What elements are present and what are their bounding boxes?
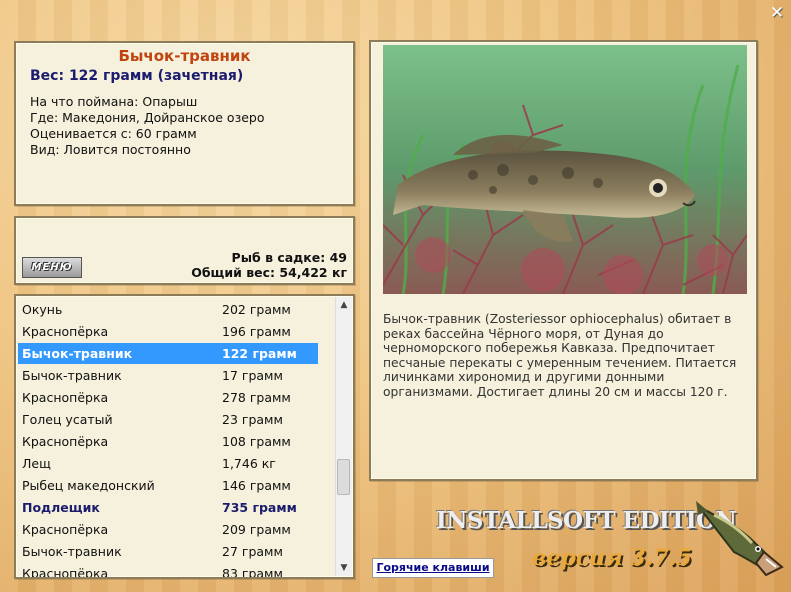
list-item-name: Краснопёрка xyxy=(22,434,109,449)
list-item-name: Краснопёрка xyxy=(22,522,109,537)
kind-line: Вид: Ловится постоянно xyxy=(30,142,191,157)
list-item[interactable]: Бычок-травник 17 грамм xyxy=(18,365,318,386)
list-item-weight: 23 грамм xyxy=(222,412,283,427)
list-item[interactable]: Бычок-травник 122 грамм xyxy=(18,343,318,364)
list-item-name: Лещ xyxy=(22,456,51,471)
catch-list[interactable]: Окунь 202 грамм Краснопёрка 196 грамм Бычок-… xyxy=(14,294,355,579)
pike-fish-icon xyxy=(694,497,784,577)
location-line: Где: Македония, Дойранское озеро xyxy=(30,110,265,125)
list-item[interactable]: Голец усатый 23 грамм xyxy=(18,409,318,430)
list-item[interactable]: Лещ 1,746 кг xyxy=(18,453,318,474)
list-item-weight: 196 грамм xyxy=(222,324,291,339)
list-item[interactable]: Бычок-травник 27 грамм xyxy=(18,541,318,562)
list-item[interactable]: Подлещик 735 грамм xyxy=(18,497,318,518)
list-item-weight: 27 грамм xyxy=(222,544,283,559)
list-item-weight: 1,746 кг xyxy=(222,456,276,471)
list-item-name: Бычок-травник xyxy=(22,544,122,559)
list-item-name: Голец усатый xyxy=(22,412,113,427)
list-item-name: Бычок-травник xyxy=(22,368,122,383)
list-scrollbar[interactable]: ▲ ▼ xyxy=(335,297,352,576)
arrow-down-icon[interactable]: ▼ xyxy=(336,560,352,576)
list-item-weight: 202 грамм xyxy=(222,302,291,317)
fish-description: Бычок-травник (Zosteriessor ophiocephalu… xyxy=(383,312,737,399)
hotkeys-link[interactable]: Горячие клавиши xyxy=(372,558,494,578)
bait-line: На что поймана: Опарыш xyxy=(30,94,198,109)
list-item-weight: 146 грамм xyxy=(222,478,291,493)
list-item-weight: 209 грамм xyxy=(222,522,291,537)
list-item[interactable]: Краснопёрка 196 грамм xyxy=(18,321,318,342)
list-item[interactable]: Краснопёрка 278 грамм xyxy=(18,387,318,408)
list-item-weight: 278 грамм xyxy=(222,390,291,405)
list-item-name: Краснопёрка xyxy=(22,324,109,339)
fish-weight: Вес: 122 грамм (зачетная) xyxy=(30,68,244,84)
list-item[interactable]: Краснопёрка 83 грамм xyxy=(18,563,318,579)
scrollbar-thumb[interactable] xyxy=(337,459,350,495)
menu-button[interactable]: МЕНЮ xyxy=(22,257,82,278)
rated-from-line: Оценивается с: 60 грамм xyxy=(30,126,197,141)
list-item-name: Краснопёрка xyxy=(22,390,109,405)
list-item-weight: 735 грамм xyxy=(222,500,297,515)
fish-name: Бычок-травник xyxy=(118,47,251,65)
list-item[interactable]: Краснопёрка 209 грамм xyxy=(18,519,318,540)
fish-photo xyxy=(383,45,747,294)
fish-photo-panel: Бычок-травник (Zosteriessor ophiocephalu… xyxy=(369,40,758,481)
list-item-name: Окунь xyxy=(22,302,63,317)
keepnet-stats-panel: МЕНЮ Рыб в садке: 49 Общий вес: 54,422 к… xyxy=(14,216,355,285)
close-icon[interactable]: ✕ xyxy=(768,4,786,22)
list-item[interactable]: Окунь 202 грамм xyxy=(18,299,318,320)
arrow-up-icon[interactable]: ▲ xyxy=(336,297,352,313)
list-item-name: Бычок-травник xyxy=(22,346,133,361)
total-weight: Общий вес: 54,422 кг xyxy=(191,265,347,280)
list-item-weight: 17 грамм xyxy=(222,368,283,383)
list-item-weight: 83 грамм xyxy=(222,566,283,579)
list-item-weight: 122 грамм xyxy=(222,346,297,361)
list-item-name: Краснопёрка xyxy=(22,566,109,579)
list-item-name: Подлещик xyxy=(22,500,100,515)
edition-label: INSTALLSOFT EDITION xyxy=(436,507,737,534)
version-label: версия 3.7.5 xyxy=(532,545,692,571)
fish-count: Рыб в садке: 49 xyxy=(231,250,347,265)
list-item-name: Рыбец македонский xyxy=(22,478,155,493)
list-item[interactable]: Рыбец македонский 146 грамм xyxy=(18,475,318,496)
list-item-weight: 108 грамм xyxy=(222,434,291,449)
list-item[interactable]: Краснопёрка 108 грамм xyxy=(18,431,318,452)
fish-info-panel: Бычок-травник Вес: 122 грамм (зачетная) … xyxy=(14,41,355,206)
